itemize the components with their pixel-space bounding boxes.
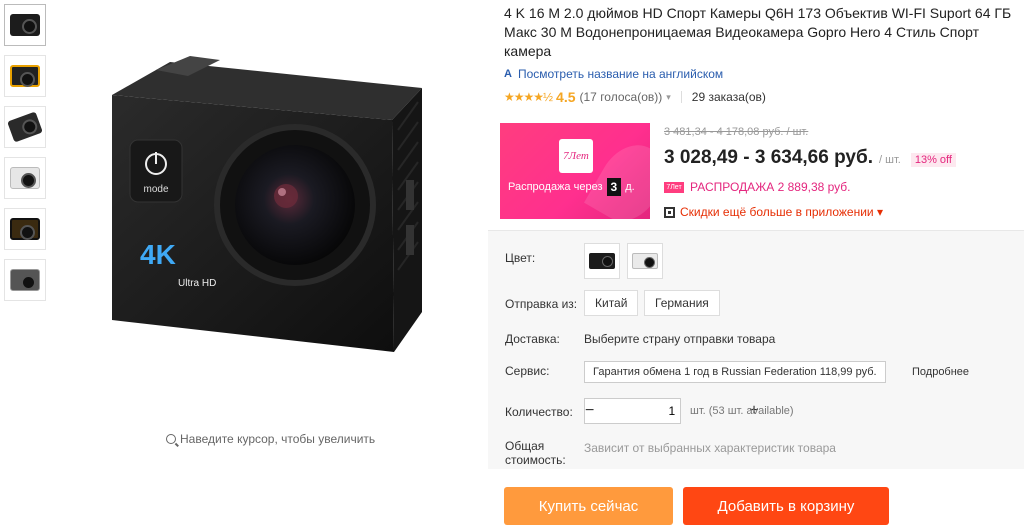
translate-link[interactable]: A Посмотреть название на английском	[504, 67, 723, 81]
quantity-available: шт. (53 шт. available)	[690, 405, 794, 417]
thumbnail-3[interactable]	[4, 106, 46, 148]
options-section	[488, 231, 1024, 469]
total-label-line1: Общая	[505, 439, 545, 453]
current-price: 3 028,49 - 3 634,66 руб.	[664, 147, 874, 168]
qr-code-icon	[664, 206, 675, 218]
rating-row: ★★★★½ 4.5 (17 голоса(ов)) ▾ 29 заказа(ов…	[504, 89, 766, 105]
thumbnail-5[interactable]	[4, 208, 46, 250]
total-label: Общая стоимость:	[505, 439, 566, 467]
color-option-black[interactable]	[584, 243, 620, 279]
ship-from-germany[interactable]: Германия	[644, 290, 720, 316]
delivery-label: Доставка:	[505, 332, 560, 346]
orders-count: 29 заказа(ов)	[691, 90, 766, 104]
thumbnail-4[interactable]	[4, 157, 46, 199]
product-title: 4 K 16 M 2.0 дюймов HD Спорт Камеры Q6H …	[504, 5, 1012, 59]
total-value: Зависит от выбранных характеристик товар…	[584, 441, 836, 455]
quantity-label: Количество:	[505, 405, 573, 419]
anniversary-badge: 7Лет	[559, 139, 593, 173]
ultra-hd-text: Ultra HD	[178, 278, 216, 289]
total-label-line2: стоимость:	[505, 453, 566, 467]
countdown-days: 3	[606, 178, 622, 196]
price-row: 3 028,49 - 3 634,66 руб. / шт. 13% off	[664, 147, 956, 169]
votes-count[interactable]: (17 голоса(ов))	[580, 90, 663, 104]
zoom-hint-text: Наведите курсор, чтобы увеличить	[180, 432, 376, 446]
promo-price-row: 7Лет РАСПРОДАЖА 2 889,38 руб.	[664, 180, 851, 194]
discount-badge: 13% off	[910, 153, 956, 167]
thumbnail-2[interactable]	[4, 55, 46, 97]
color-option-white[interactable]	[627, 243, 663, 279]
countdown-unit: д.	[625, 181, 635, 193]
countdown: Распродажа через 3 д.	[508, 178, 635, 196]
4k-logo-text: 4K	[140, 239, 176, 270]
product-main-image[interactable]: mode 4K Ultra HD	[60, 0, 480, 420]
action-camera-image: mode 4K Ultra HD	[112, 56, 422, 352]
sale-countdown-banner: 7Лет Распродажа через 3 д.	[500, 123, 650, 219]
thumbnail-1[interactable]	[4, 4, 46, 46]
rating-value: 4.5	[556, 89, 576, 105]
quantity-decrease-button[interactable]: −	[585, 399, 594, 423]
product-info-panel: 4 K 16 M 2.0 дюймов HD Спорт Камеры Q6H …	[488, 0, 1024, 529]
quantity-stepper: − +	[584, 398, 759, 424]
app-discount-link[interactable]: Скидки ещё больше в приложении ▾	[664, 205, 883, 219]
translate-link-text: Посмотреть название на английском	[517, 67, 724, 81]
service-warranty-option[interactable]: Гарантия обмена 1 год в Russian Federati…	[584, 361, 886, 383]
thumbnail-6[interactable]	[4, 259, 46, 301]
service-details-link[interactable]: Подробнее	[912, 366, 969, 378]
ship-from-label: Отправка из:	[505, 297, 578, 311]
zoom-hint: Наведите курсор, чтобы увеличить	[166, 432, 375, 446]
promo-price: РАСПРОДАЖА 2 889,38 руб.	[690, 180, 851, 194]
price-unit: / шт.	[879, 154, 901, 166]
countdown-label: Распродажа через	[508, 181, 603, 193]
star-rating-icon: ★★★★½	[504, 90, 553, 104]
color-label: Цвет:	[505, 251, 536, 265]
decor-leaf	[584, 133, 650, 219]
service-label: Сервис:	[505, 364, 550, 378]
app-discount-text: Скидки ещё больше в приложении ▾	[680, 205, 883, 219]
thumbnail-list	[4, 4, 46, 310]
buy-now-button[interactable]: Купить сейчас	[504, 487, 673, 525]
ship-from-china[interactable]: Китай	[584, 290, 639, 316]
delivery-value: Выберите страну отправки товара	[584, 332, 776, 346]
mode-text: mode	[143, 184, 168, 195]
sale-mini-badge: 7Лет	[664, 181, 684, 193]
magnifier-icon	[166, 434, 176, 444]
add-to-cart-button[interactable]: Добавить в корзину	[683, 487, 889, 525]
old-price: 3 481,34 - 4 178,08 руб. / шт.	[664, 126, 809, 138]
chevron-down-icon[interactable]: ▾	[666, 92, 671, 103]
translate-icon: A	[504, 68, 512, 80]
divider	[680, 91, 682, 103]
